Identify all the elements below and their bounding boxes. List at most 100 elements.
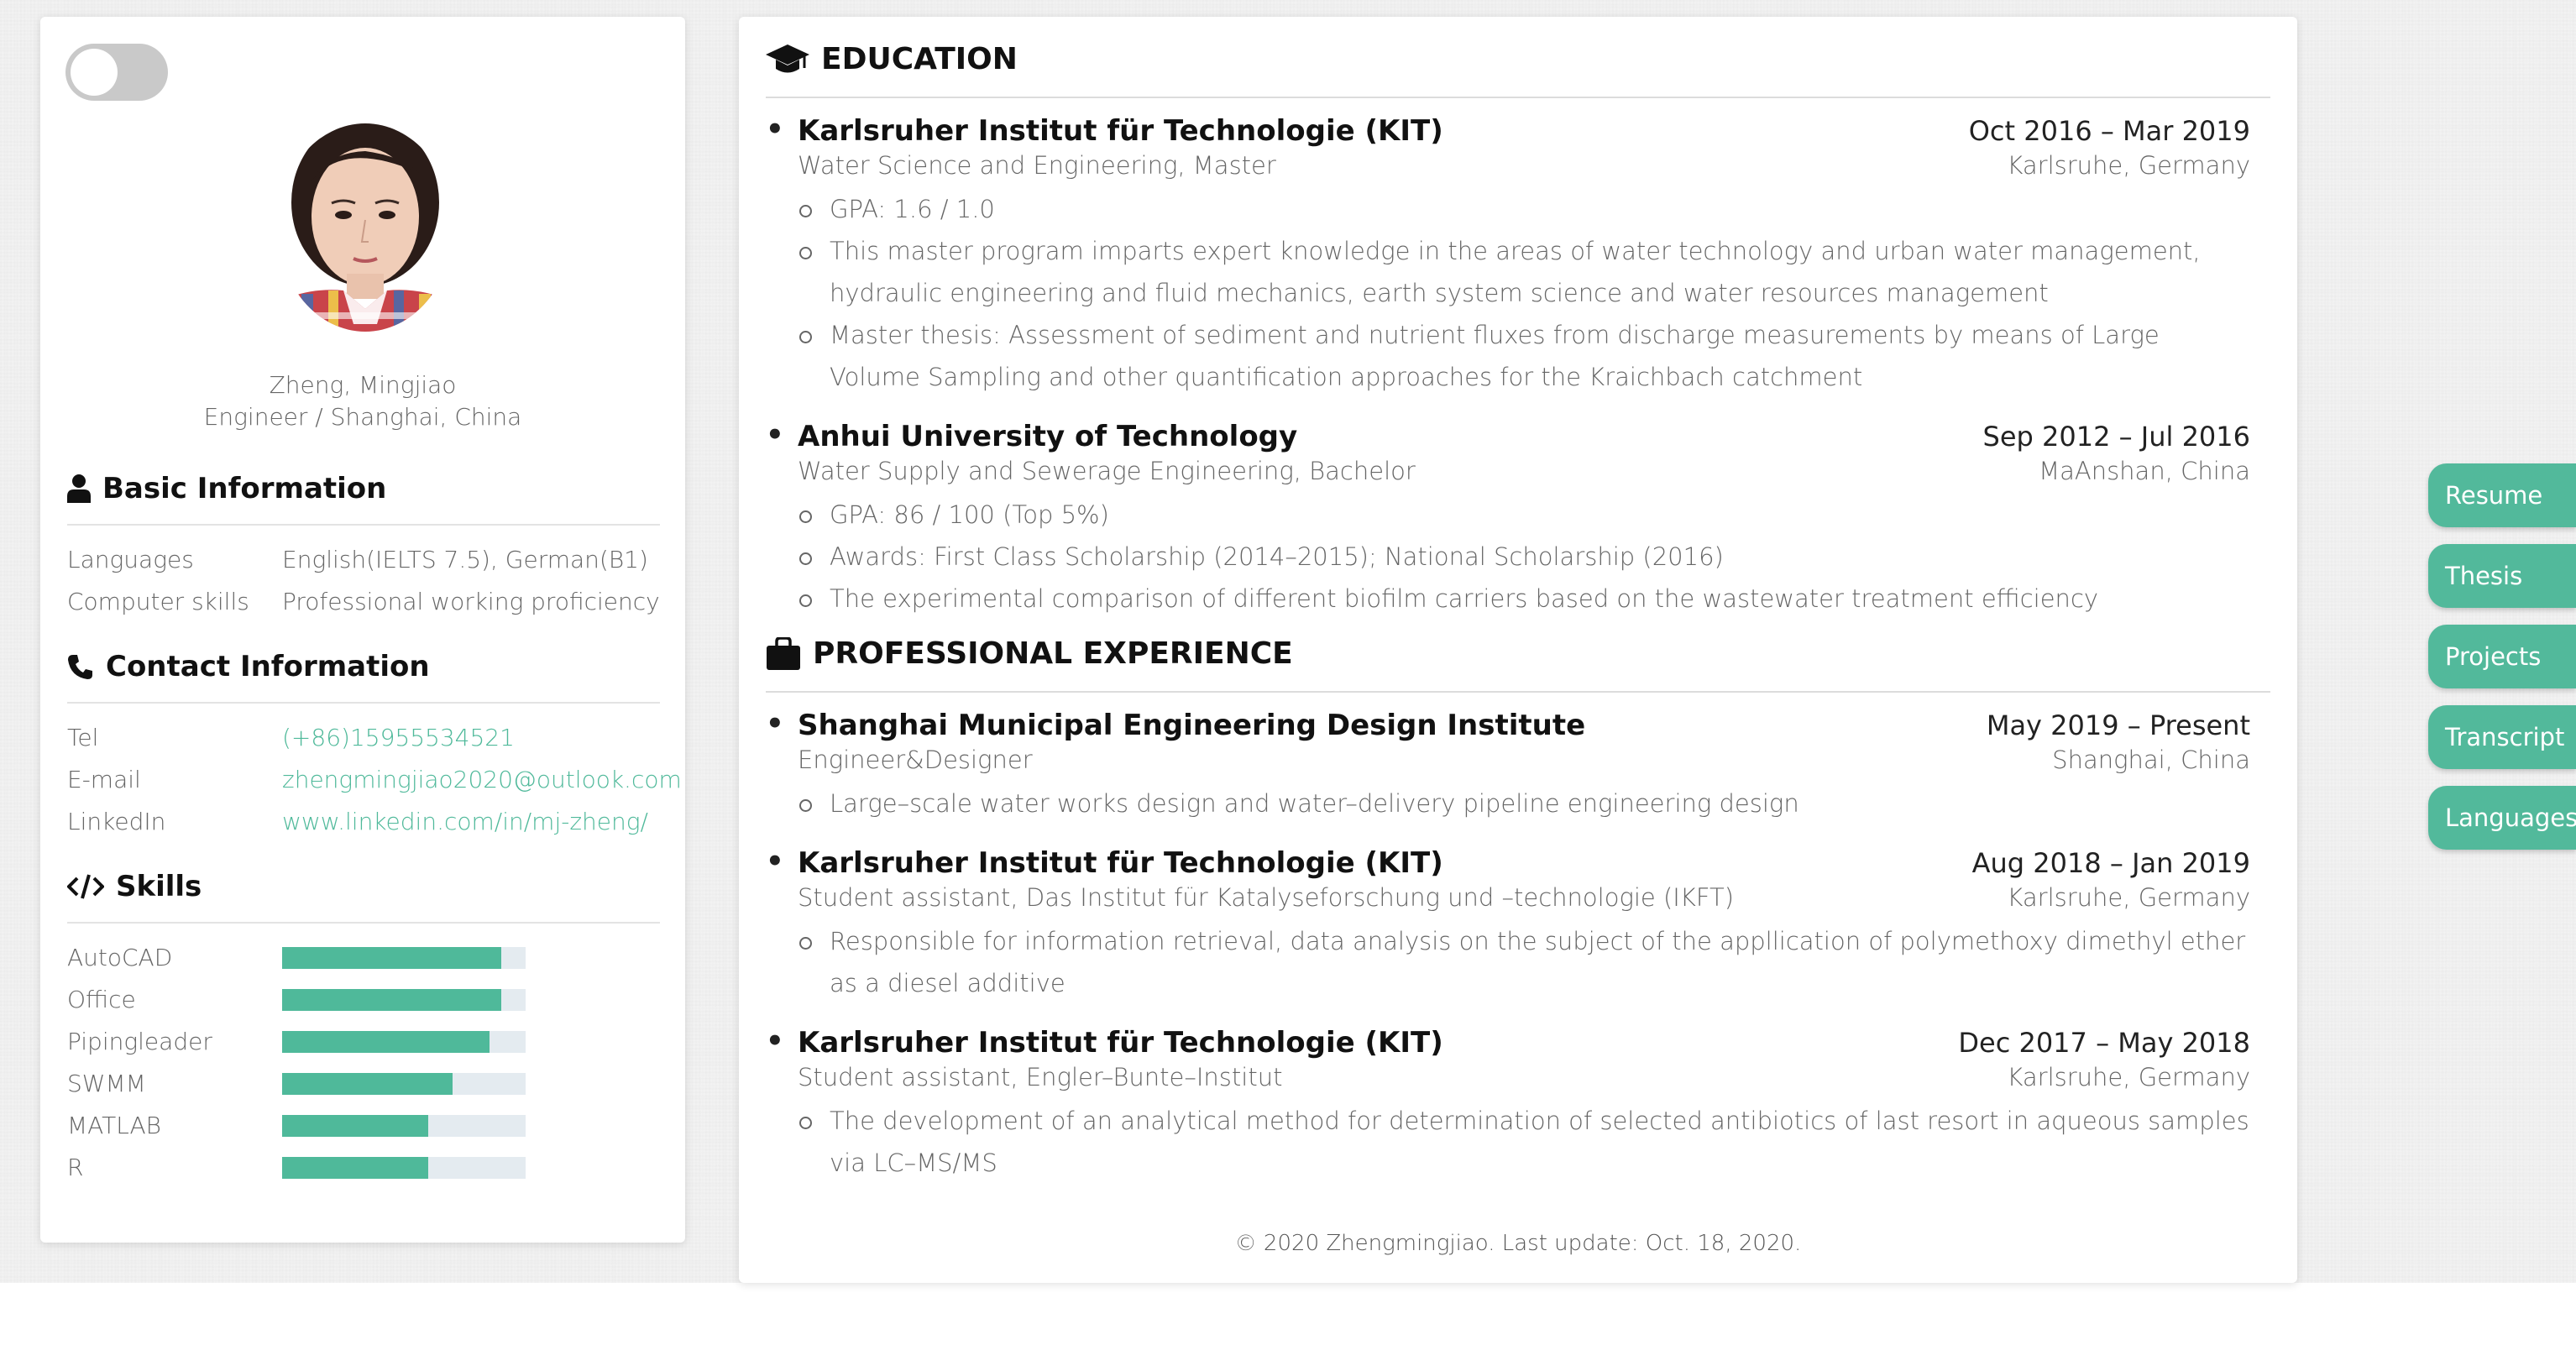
skill-row: SWMM <box>67 1070 672 1097</box>
skill-bar-fill <box>282 946 501 969</box>
phone-icon <box>68 655 92 679</box>
skill-bar-fill <box>282 1030 490 1053</box>
info-value: English(IELTS 7.5), German(B1) <box>282 546 648 573</box>
employer-name: Shanghai Municipal Engineering Design In… <box>766 707 1585 742</box>
info-label: Languages <box>67 546 194 573</box>
detail-item: GPA: 1.6 / 1.0 <box>799 188 2250 230</box>
skill-bar-fill <box>282 1072 453 1095</box>
employer-name: Karlsruher Institut für Technologie (KIT… <box>766 1024 1443 1060</box>
location: Karlsruhe, Germany <box>2007 883 2250 912</box>
experience-entry: Shanghai Municipal Engineering Design In… <box>766 707 2250 824</box>
job-title: Student assistant, Das Institut für Kata… <box>798 883 1735 912</box>
detail-item: Master thesis: Assessment of sediment an… <box>799 314 2250 398</box>
skill-name: SWMM <box>67 1070 146 1097</box>
detail-item: The development of an analytical method … <box>799 1100 2250 1184</box>
degree: Water Supply and Sewerage Engineering, B… <box>798 457 1416 485</box>
experience-entry: Karlsruher Institut für Technologie (KIT… <box>766 845 2250 1004</box>
job-title: Engineer&Designer <box>798 746 1033 774</box>
code-icon <box>67 874 104 899</box>
skills-heading: Skills <box>67 870 660 924</box>
detail-item: Responsible for information retrieval, d… <box>799 920 2250 1004</box>
skill-row: MATLAB <box>67 1112 672 1139</box>
skill-bar-fill <box>282 988 501 1011</box>
theme-toggle[interactable] <box>65 44 168 101</box>
experience-title: PROFESSIONAL EXPERIENCE <box>813 636 1293 671</box>
contact-label: E-mail <box>67 766 141 793</box>
basic-info-title: Basic Information <box>102 472 387 505</box>
education-heading: EDUCATION <box>766 42 2270 98</box>
skill-name: Office <box>67 986 136 1013</box>
skill-row: Office <box>67 986 672 1013</box>
detail-item: This master program imparts expert knowl… <box>799 230 2250 314</box>
date-range: Oct 2016 – Mar 2019 <box>1968 115 2250 147</box>
date-range: May 2019 – Present <box>1986 709 2250 741</box>
nav-transcript-button[interactable]: Transcript <box>2428 705 2576 769</box>
skill-bar <box>282 1156 526 1179</box>
skill-row: AutoCAD <box>67 944 672 971</box>
skill-name: Pipingleader <box>67 1028 212 1055</box>
nav-projects-button[interactable]: Projects <box>2428 625 2576 688</box>
location: Karlsruhe, Germany <box>2007 151 2250 180</box>
contact-label: LinkedIn <box>67 808 166 835</box>
profile-photo <box>278 123 453 332</box>
location: MaAnshan, China <box>2039 457 2250 485</box>
contact-row-linkedin: LinkedIn www.linkedin.com/in/mj-zheng/ <box>67 808 672 835</box>
page-footer: © 2020 Zhengmingjiao. Last update: Oct. … <box>1234 1231 1802 1256</box>
skill-bar <box>282 1072 526 1095</box>
date-range: Dec 2017 – May 2018 <box>1958 1027 2250 1059</box>
location: Shanghai, China <box>2052 746 2250 774</box>
toggle-knob <box>71 49 118 96</box>
contact-heading: Contact Information <box>67 650 660 704</box>
institution-name: Karlsruher Institut für Technologie (KIT… <box>766 113 1443 148</box>
employer-name: Karlsruher Institut für Technologie (KIT… <box>766 845 1443 880</box>
education-entry: Anhui University of Technology Sep 2012 … <box>766 418 2250 620</box>
detail-item: Awards: First Class Scholarship (2014–20… <box>799 536 2250 578</box>
info-row-computer-skills: Computer skills Professional working pro… <box>67 588 672 615</box>
nav-resume-button[interactable]: Resume <box>2428 463 2576 527</box>
skill-row: Pipingleader <box>67 1028 672 1055</box>
info-value: Professional working proficiency <box>282 588 660 615</box>
job-title: Student assistant, Engler–Bunte–Institut <box>798 1063 1283 1091</box>
skill-row: R <box>67 1154 672 1181</box>
skill-name: R <box>67 1154 84 1181</box>
institution-name: Anhui University of Technology <box>766 418 1297 453</box>
page-bottom <box>0 1283 2576 1345</box>
profile-name: Zheng, Mingjiao <box>269 371 457 399</box>
contact-row-email: E-mail zhengmingjiao2020@outlook.com <box>67 766 682 793</box>
info-label: Computer skills <box>67 588 249 615</box>
resume-main: EDUCATION Karlsruher Institut für Techno… <box>739 17 2297 1283</box>
skill-bar <box>282 1030 526 1053</box>
nav-thesis-button[interactable]: Thesis <box>2428 544 2576 608</box>
info-row-languages: Languages English(IELTS 7.5), German(B1) <box>67 546 672 573</box>
skill-bar <box>282 1114 526 1137</box>
date-range: Sep 2012 – Jul 2016 <box>1982 421 2250 453</box>
experience-heading: PROFESSIONAL EXPERIENCE <box>766 636 2270 693</box>
experience-entry: Karlsruher Institut für Technologie (KIT… <box>766 1024 2250 1184</box>
contact-title: Contact Information <box>106 650 430 683</box>
contact-row-tel: Tel (+86)15955534521 <box>67 724 672 751</box>
location: Karlsruhe, Germany <box>2007 1063 2250 1091</box>
skill-bar-fill <box>282 1156 428 1179</box>
education-entry: Karlsruher Institut für Technologie (KIT… <box>766 113 2250 398</box>
profile-title: Engineer / Shanghai, China <box>203 403 522 431</box>
profile-sidebar: Zheng, Mingjiao Engineer / Shanghai, Chi… <box>40 17 685 1243</box>
skill-bar <box>282 988 526 1011</box>
briefcase-icon <box>767 636 800 670</box>
education-title: EDUCATION <box>821 42 1018 76</box>
basic-info-heading: Basic Information <box>67 472 660 526</box>
degree: Water Science and Engineering, Master <box>798 151 1276 180</box>
detail-item: Large–scale water works design and water… <box>799 782 2250 824</box>
detail-item: GPA: 86 / 100 (Top 5%) <box>799 494 2250 536</box>
linkedin-link[interactable]: www.linkedin.com/in/mj-zheng/ <box>282 808 648 835</box>
email-link[interactable]: zhengmingjiao2020@outlook.com <box>282 766 682 793</box>
contact-label: Tel <box>67 724 99 751</box>
nav-languages-button[interactable]: Languages <box>2428 786 2576 850</box>
skill-bar-fill <box>282 1114 428 1137</box>
graduation-cap-icon <box>766 44 809 72</box>
phone-link[interactable]: (+86)15955534521 <box>282 724 515 751</box>
skill-name: AutoCAD <box>67 944 173 971</box>
skills-title: Skills <box>116 870 202 903</box>
detail-item: The experimental comparison of different… <box>799 578 2250 620</box>
skill-bar <box>282 946 526 969</box>
skill-name: MATLAB <box>67 1112 161 1139</box>
